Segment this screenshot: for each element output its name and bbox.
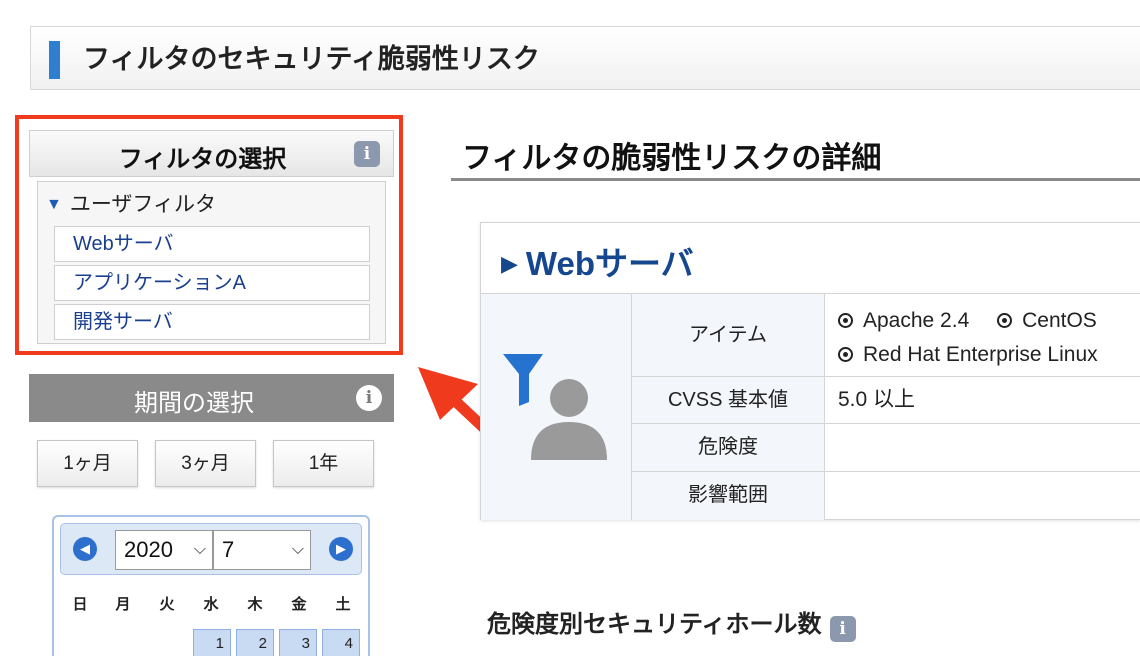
row-value-item: Apache 2.4 CentOS Red Hat Enterprise Lin… (825, 294, 1140, 377)
triangle-right-icon: ▶ (501, 251, 518, 276)
item-list-line-1: Apache 2.4 CentOS (838, 304, 1140, 338)
radio-dot-icon (997, 313, 1013, 328)
user-filter-icon-cell (481, 294, 632, 520)
row-label-impact: 影響範囲 (632, 472, 825, 520)
info-icon[interactable]: i (829, 616, 856, 642)
filter-detail-card: ▶ Webサーバ アイテム Apache 2.4 CentOS Red Hat E… (480, 222, 1140, 520)
row-value-impact (825, 472, 1140, 520)
radio-dot-icon (838, 313, 853, 328)
row-label-cvss: CVSS 基本値 (632, 377, 825, 424)
row-value-severity (825, 424, 1140, 472)
item-apache: Apache 2.4 (863, 309, 970, 332)
row-label-severity: 危険度 (632, 424, 825, 472)
row-value-cvss: 5.0 以上 (825, 377, 1140, 424)
row-label-item: アイテム (632, 294, 825, 377)
item-list-line-2: Red Hat Enterprise Linux (838, 338, 1140, 372)
radio-dot-icon (838, 347, 853, 362)
item-rhel: Red Hat Enterprise Linux (863, 343, 1098, 366)
details-section-divider (451, 178, 1140, 181)
item-centos: CentOS (1022, 309, 1097, 332)
holes-section-title: 危険度別セキュリティホール数 i (487, 604, 856, 642)
filter-detail-name: Webサーバ (525, 245, 694, 282)
holes-section-label: 危険度別セキュリティホール数 (487, 611, 822, 638)
details-section-title: フィルタの脆弱性リスクの詳細 (462, 142, 882, 175)
filter-detail-title: ▶ Webサーバ (501, 237, 694, 285)
user-filter-icon (503, 354, 607, 460)
